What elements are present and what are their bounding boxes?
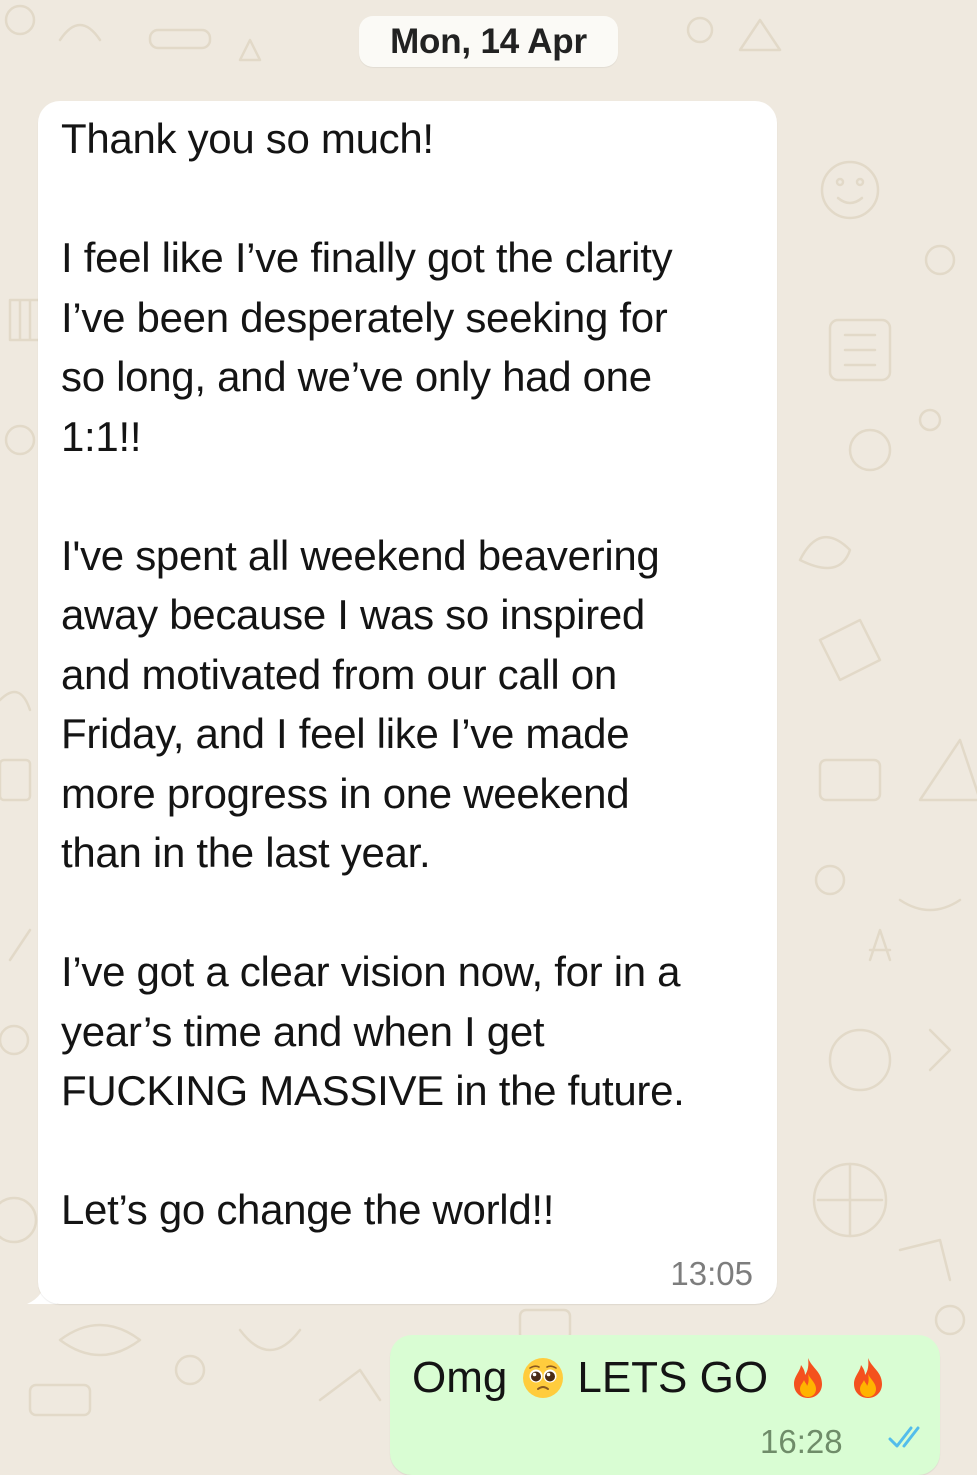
incoming-message-bubble[interactable]: Thank you so much! I feel like I’ve fina… [38,101,777,1304]
double-check-read-icon [888,1426,920,1448]
incoming-message-text: Thank you so much! I feel like I’ve fina… [61,115,685,1233]
date-separator-label: Mon, 14 Apr [390,21,587,61]
incoming-message-timestamp: 13:05 [670,1255,753,1292]
outgoing-message-bubble[interactable]: Omg LETS GO 16:28 [390,1335,940,1475]
pleading-face-emoji-icon [521,1356,565,1400]
date-separator: Mon, 14 Apr [359,16,618,67]
fire-emoji-icon [846,1356,890,1400]
fire-emoji-icon [786,1356,830,1400]
outgoing-message-word-omg: Omg [412,1353,508,1402]
outgoing-message-words-lets-go: LETS GO [577,1353,769,1402]
outgoing-message-timestamp: 16:28 [760,1423,843,1460]
outgoing-message-text: Omg LETS GO [412,1348,896,1408]
